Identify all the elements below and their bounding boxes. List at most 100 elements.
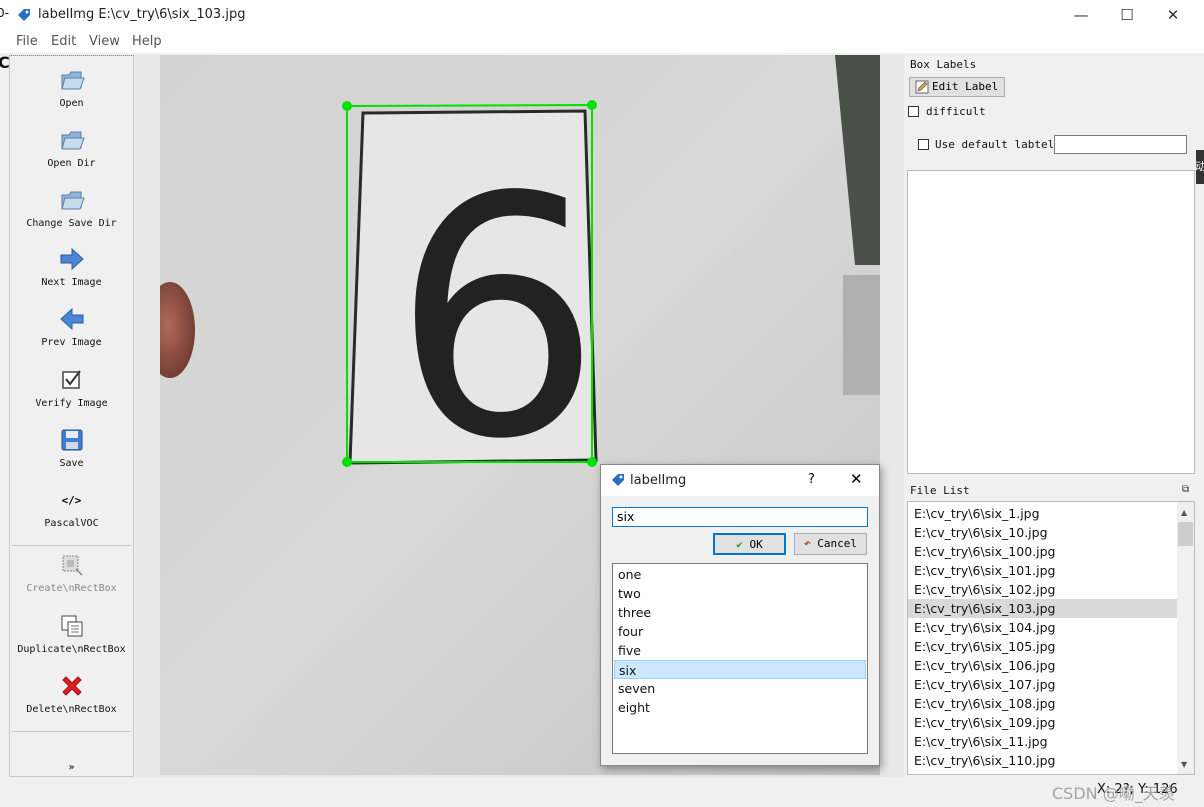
file-list[interactable]: E:\cv_try\6\six_1.jpg E:\cv_try\6\six_10… [907,501,1195,775]
duplicate-rectbox-label: Duplicate\nRectBox [17,644,126,655]
menu-bar: File Edit View Help [0,31,1204,53]
difficult-checkbox[interactable] [908,106,919,117]
edit-pencil-icon [915,80,929,94]
open-button[interactable]: Open [10,66,133,109]
labelimg-app-icon [612,474,624,486]
menu-view[interactable]: View [89,34,120,49]
file-list-item[interactable]: E:\cv_try\6\six_100.jpg [908,542,1178,561]
label-option-selected[interactable]: six [614,660,866,679]
close-window-button[interactable]: ✕ [1150,0,1196,31]
label-option[interactable]: one [614,565,866,584]
edit-label-text: Edit Label [932,80,999,93]
undo-arrow-icon: ↶ [804,537,811,550]
delete-x-icon [61,676,82,696]
undock-icon[interactable]: ⧉ [1182,484,1189,495]
scroll-up-arrow-icon[interactable]: ▲ [1181,508,1187,517]
digit-text: 6 [392,127,602,511]
label-input[interactable]: six [612,507,868,527]
box-handle[interactable] [342,101,352,111]
label-option[interactable]: five [614,641,866,660]
duplicate-rectbox-button[interactable]: Duplicate\nRectBox [10,612,133,655]
delete-rectbox-button[interactable]: Delete\nRectBox [10,672,133,715]
ok-button[interactable]: ✔ OK [713,533,786,555]
file-list-item[interactable]: E:\cv_try\6\six_105.jpg [908,637,1178,656]
file-list-item[interactable]: E:\cv_try\6\six_109.jpg [908,713,1178,732]
arrow-left-icon [59,307,83,331]
menu-file[interactable]: File [16,34,38,49]
checkbox-icon [61,370,81,389]
label-history-list[interactable]: one two three four five six seven eight [612,563,868,754]
change-save-dir-button[interactable]: Change Save Dir [10,186,133,229]
dialog-title-bar: labelImg ? ✕ [601,465,879,496]
prev-image-button[interactable]: Prev Image [10,305,133,348]
file-list-item[interactable]: E:\cv_try\6\six_10.jpg [908,523,1178,542]
ok-label: OK [749,538,763,551]
label-option[interactable]: three [614,603,866,622]
floppy-disk-icon [61,429,82,451]
arrow-right-icon [60,247,84,271]
label-dialog: labelImg ? ✕ six ✔ OK ↶ Cancel one two t… [600,464,880,766]
save-button[interactable]: Save [10,426,133,469]
create-rect-icon [62,555,83,576]
title-bar: 0- labelImg E:\cv_try\6\six_103.jpg — ☐ … [0,0,1204,31]
label-option[interactable]: two [614,584,866,603]
file-list-scrollbar[interactable]: ▲ ▼ [1177,502,1194,774]
label-option[interactable]: seven [614,679,866,698]
create-rectbox-button[interactable]: Create\nRectBox [10,551,133,594]
use-default-label-checkbox[interactable] [918,139,929,150]
toolbar-overflow-chevron-icon[interactable]: » [10,762,133,773]
file-list-item[interactable]: E:\cv_try\6\six_102.jpg [908,580,1178,599]
labelimg-app-icon [18,9,30,21]
label-option[interactable]: four [614,622,866,641]
duplicate-icon [61,615,82,637]
pascalvoc-button[interactable]: </> PascalVOC [10,486,133,530]
box-label-list[interactable] [907,170,1195,474]
box-handle[interactable] [587,457,597,467]
scroll-down-arrow-icon[interactable]: ▼ [1181,760,1187,769]
watermark: CSDN @嘞_天羡 [1052,784,1175,803]
label-option[interactable]: eight [614,698,866,717]
verify-image-label: Verify Image [35,398,108,409]
file-list-item[interactable]: E:\cv_try\6\six_104.jpg [908,618,1178,637]
edit-label-button[interactable]: Edit Label [909,77,1005,97]
pascalvoc-label: PascalVOC [44,518,99,529]
minimize-button[interactable]: — [1058,0,1104,31]
open-dir-button[interactable]: Open Dir [10,126,133,169]
file-list-item[interactable]: E:\cv_try\6\six_1.jpg [908,504,1178,523]
file-list-item[interactable]: E:\cv_try\6\six_106.jpg [908,656,1178,675]
default-label-input[interactable] [1054,135,1187,154]
box-handle[interactable] [342,457,352,467]
delete-rectbox-label: Delete\nRectBox [26,704,117,715]
use-default-label-text: Use default labtel [935,138,1055,151]
menu-edit[interactable]: Edit [51,34,76,49]
dialog-help-button[interactable]: ? [808,472,815,487]
save-label: Save [59,458,84,469]
scrollbar-thumb[interactable] [1178,522,1193,546]
cancel-label: Cancel [817,537,857,550]
file-list-item[interactable]: E:\cv_try\6\six_110.jpg [908,751,1178,770]
file-list-item[interactable]: E:\cv_try\6\six_108.jpg [908,694,1178,713]
toolbar-separator [12,731,131,732]
code-icon: </> [61,493,82,507]
cancel-button[interactable]: ↶ Cancel [794,533,867,555]
maximize-button[interactable]: ☐ [1104,0,1150,31]
toolbar-separator [12,545,131,546]
status-bar: X: 2?; Y: 126 CSDN @嘞_天羡 [0,777,1204,807]
folder-icon [60,131,85,150]
file-list-item[interactable]: E:\cv_try\6\six_11.jpg [908,732,1178,751]
file-list-item-selected[interactable]: E:\cv_try\6\six_103.jpg [908,599,1178,618]
next-image-button[interactable]: Next Image [10,245,133,288]
background-window-text: 0- [0,6,9,20]
box-handle[interactable] [587,100,597,110]
check-icon: ✔ [736,538,743,551]
toolbar-grip[interactable] [9,55,134,58]
file-list-title: File List [910,484,970,497]
file-list-item[interactable]: E:\cv_try\6\six_107.jpg [908,675,1178,694]
create-rectbox-label: Create\nRectBox [26,583,117,594]
menu-help[interactable]: Help [132,34,162,49]
dialog-close-button[interactable]: ✕ [850,470,863,488]
file-list-item[interactable]: E:\cv_try\6\six_101.jpg [908,561,1178,580]
difficult-label: difficult [926,105,986,118]
background-window-text: 动 [1195,160,1204,173]
verify-image-button[interactable]: Verify Image [10,366,133,409]
